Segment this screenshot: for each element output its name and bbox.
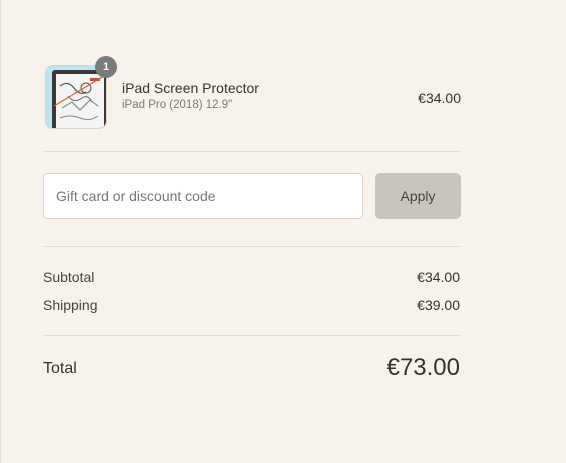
total-label: Total bbox=[43, 360, 77, 377]
discount-code-input[interactable] bbox=[43, 173, 363, 219]
quantity-badge: 1 bbox=[95, 56, 117, 78]
total-value: €73.00 bbox=[386, 354, 460, 381]
ipad-sketch-icon bbox=[46, 66, 106, 128]
line-item: 1 iPad Screen Protector iPad Pro (2018) … bbox=[43, 56, 461, 130]
product-price: €34.00 bbox=[418, 90, 461, 106]
product-variant: iPad Pro (2018) 12.9" bbox=[122, 99, 233, 111]
divider bbox=[43, 246, 461, 247]
apply-discount-button[interactable]: Apply bbox=[375, 173, 461, 219]
shipping-label: Shipping bbox=[43, 297, 98, 313]
subtotal-label: Subtotal bbox=[43, 269, 95, 285]
divider bbox=[43, 335, 461, 336]
order-summary-panel: 1 iPad Screen Protector iPad Pro (2018) … bbox=[0, 0, 566, 463]
product-title: iPad Screen Protector bbox=[122, 80, 259, 96]
subtotal-value: €34.00 bbox=[417, 269, 460, 285]
shipping-value: €39.00 bbox=[417, 297, 460, 313]
divider bbox=[43, 151, 461, 152]
